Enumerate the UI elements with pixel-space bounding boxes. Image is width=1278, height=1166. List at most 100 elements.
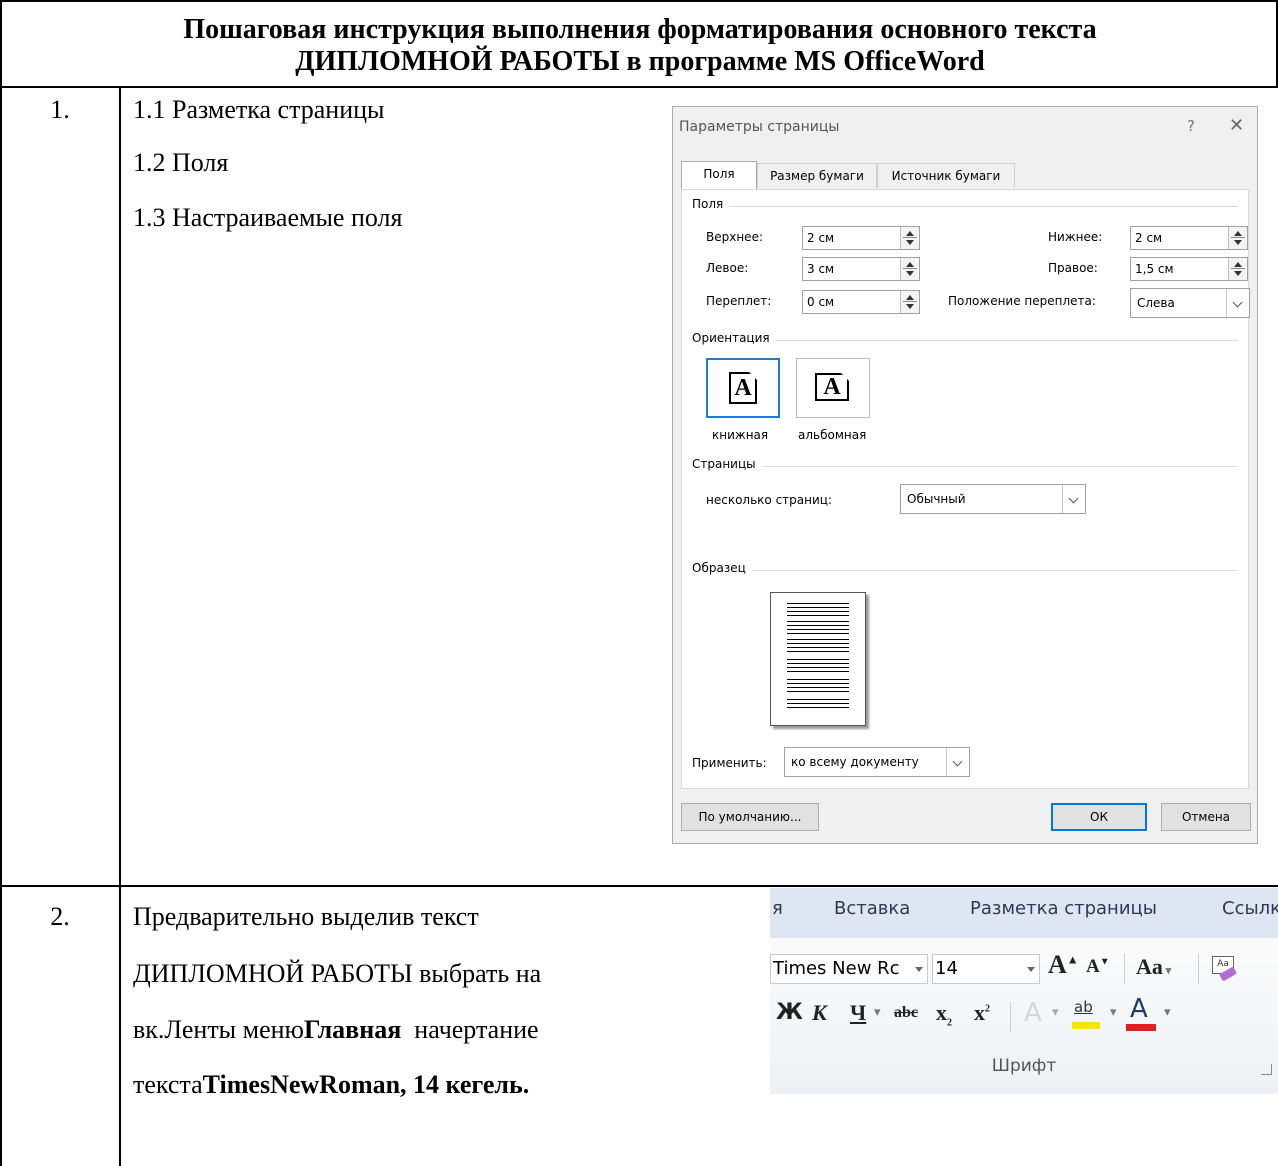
tab-home-partial[interactable]: я <box>772 898 783 919</box>
step-line: Предварительно выделив текст <box>133 902 479 931</box>
step-line: 1.2 Поля <box>133 148 229 177</box>
bottom-margin-label: Нижнее: <box>1048 230 1103 244</box>
step-text: вк.Ленты меню <box>133 1015 304 1044</box>
spinner-arrows[interactable] <box>1228 258 1247 280</box>
spinner-arrows[interactable] <box>900 258 919 280</box>
row-number: 2. <box>50 902 70 931</box>
italic-button[interactable]: К <box>812 1000 827 1026</box>
gutter-label: Переплет: <box>706 294 772 308</box>
landscape-label: альбомная <box>798 428 867 442</box>
step-text-bold: Главная <box>303 1015 402 1044</box>
font-color-label: A <box>1130 994 1148 1024</box>
highlight-color-bar <box>1072 1022 1100 1029</box>
title-line-2: ДИПЛОМНОЙ РАБОТЫ в программе MS OfficeWo… <box>295 46 985 77</box>
subscript-button[interactable]: x2 <box>936 1000 952 1028</box>
step-line: вк.Ленты менюГлавная начертание <box>133 1015 539 1045</box>
highlight-label: ab <box>1074 998 1093 1016</box>
font-size-combo[interactable]: 14 <box>932 954 1040 984</box>
tab-page-layout[interactable]: Разметка страницы <box>970 898 1157 919</box>
tab-paper-source[interactable]: Источник бумаги <box>877 163 1015 188</box>
step-text-bold: TimesNewRoman, 14 кегель. <box>202 1070 530 1099</box>
chevron-down-icon[interactable] <box>915 967 923 972</box>
spinner-arrows[interactable] <box>900 291 919 313</box>
table-border-left <box>0 0 2 1166</box>
separator <box>1010 1002 1011 1032</box>
landscape-page-icon: A <box>815 373 849 401</box>
tab-paper-size[interactable]: Размер бумаги <box>757 163 877 188</box>
superscript-button[interactable]: x2 <box>974 1000 990 1026</box>
font-color-button[interactable]: A <box>1126 994 1160 1032</box>
chevron-down-icon[interactable]: ▾ <box>1110 1004 1117 1020</box>
step-line: ДИПЛОМНОЙ РАБОТЫ выбрать на <box>133 959 542 988</box>
shrink-font-button[interactable]: A▼ <box>1086 956 1110 978</box>
cancel-button[interactable]: Отмена <box>1161 803 1251 831</box>
separator <box>1124 954 1125 984</box>
top-margin-input[interactable]: 2 см <box>802 226 920 250</box>
highlight-button[interactable]: ab <box>1072 998 1106 1032</box>
step-text: начертание <box>401 1015 539 1044</box>
clear-formatting-icon[interactable]: Aa <box>1210 954 1238 982</box>
multiple-pages-select[interactable]: Обычный <box>900 484 1086 514</box>
gutter-input[interactable]: 0 см <box>802 290 920 314</box>
chevron-down-icon[interactable] <box>1062 485 1085 513</box>
group-label-margins: Поля <box>692 197 730 211</box>
group-label-pages: Страницы <box>692 457 762 471</box>
dialog-title: Параметры страницы <box>679 119 840 135</box>
multiple-pages-label: несколько страниц: <box>706 493 832 507</box>
step-line: 1.3 Настраиваемые поля <box>133 203 403 232</box>
page-setup-dialog: Параметры страницы ? ✕ Поля Размер бумаг… <box>672 106 1258 844</box>
group-label-preview: Образец <box>692 561 752 575</box>
apply-to-select[interactable]: ко всему документу <box>784 747 970 777</box>
portrait-page-icon: A <box>729 372 757 404</box>
document-title: Пошаговая инструкция выполнения форматир… <box>4 14 1276 78</box>
row-number: 1. <box>50 95 70 124</box>
grow-font-button[interactable]: A▲ <box>1048 950 1079 980</box>
group-divider <box>692 466 1238 467</box>
bottom-margin-input[interactable]: 2 см <box>1130 226 1248 250</box>
step-text: текста <box>133 1070 203 1099</box>
strikethrough-button[interactable]: abc <box>894 1004 918 1022</box>
ribbon-snippet: я Вставка Разметка страницы Ссылк Times … <box>770 888 1278 1094</box>
text-effects-button[interactable]: A <box>1024 998 1042 1028</box>
dialog-launcher-icon[interactable] <box>1261 1064 1272 1075</box>
spinner-arrows[interactable] <box>1228 227 1247 249</box>
group-divider <box>692 206 1238 207</box>
table-border-row1 <box>0 885 1278 887</box>
help-icon[interactable]: ? <box>1187 117 1195 135</box>
chevron-down-icon[interactable] <box>1027 967 1035 972</box>
top-margin-label: Верхнее: <box>706 230 763 244</box>
tab-references-partial[interactable]: Ссылк <box>1222 898 1278 919</box>
close-icon[interactable]: ✕ <box>1229 115 1244 136</box>
font-name-combo[interactable]: Times New Rc <box>770 954 928 984</box>
spinner-arrows[interactable] <box>900 227 919 249</box>
portrait-button[interactable]: A <box>706 358 780 418</box>
step-line: 1.1 Разметка страницы <box>133 95 385 124</box>
underline-button[interactable]: Ч <box>850 1000 866 1026</box>
ok-button[interactable]: ОК <box>1051 803 1147 831</box>
group-divider <box>692 570 1238 571</box>
tab-margins[interactable]: Поля <box>681 161 757 190</box>
chevron-down-icon[interactable] <box>1226 289 1249 317</box>
separator <box>1198 954 1199 984</box>
gutter-position-label: Положение переплета: <box>948 294 1096 308</box>
left-margin-input[interactable]: 3 см <box>802 257 920 281</box>
landscape-button[interactable]: A <box>796 358 870 418</box>
table-border-header <box>0 86 1278 88</box>
chevron-down-icon[interactable]: ▾ <box>1164 1004 1171 1020</box>
ribbon-tabs: я Вставка Разметка страницы Ссылк <box>770 888 1278 938</box>
page-preview <box>770 592 866 726</box>
gutter-position-select[interactable]: Слева <box>1130 288 1250 318</box>
tab-insert[interactable]: Вставка <box>834 898 910 919</box>
bold-button[interactable]: Ж <box>776 1000 803 1025</box>
chevron-down-icon[interactable]: ▾ <box>1052 1004 1059 1020</box>
table-border-col <box>119 86 121 1166</box>
group-label-orientation: Ориентация <box>692 331 776 345</box>
font-group: Times New Rc 14 A▲ A▼ Aa ▾ Aa Ж К Ч ▾ ab… <box>770 938 1278 1094</box>
chevron-down-icon[interactable]: ▾ <box>874 1004 881 1020</box>
right-margin-input[interactable]: 1,5 см <box>1130 257 1248 281</box>
chevron-down-icon[interactable] <box>946 748 969 776</box>
font-group-label: Шрифт <box>991 1056 1057 1076</box>
change-case-button[interactable]: Aa ▾ <box>1136 954 1171 980</box>
step-line: текстаTimesNewRoman, 14 кегель. <box>133 1070 529 1100</box>
set-default-button[interactable]: По умолчанию... <box>681 803 819 831</box>
